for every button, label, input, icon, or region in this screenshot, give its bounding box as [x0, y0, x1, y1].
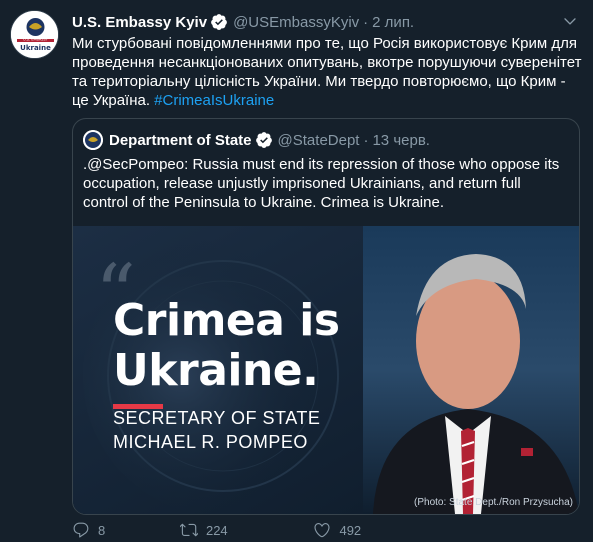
display-name[interactable]: U.S. Embassy Kyiv [72, 14, 207, 31]
quoted-display-name: Department of State [109, 131, 252, 149]
retweet-count: 224 [205, 522, 228, 538]
reply-icon [72, 521, 90, 539]
svg-text:U.S. EMBASSY: U.S. EMBASSY [23, 38, 49, 42]
quoted-timestamp: 13 черв. [372, 131, 430, 149]
handle[interactable]: @USEmbassyKyiv [233, 14, 359, 31]
like-count: 492 [339, 522, 362, 538]
separator: · [363, 13, 369, 31]
quoted-text: .@SecPompeo: Russia must end its repress… [83, 156, 560, 211]
heart-icon [313, 521, 331, 539]
reply-button[interactable]: 8 [72, 521, 180, 539]
quoted-avatar [83, 130, 103, 150]
like-button[interactable]: 492 [313, 521, 392, 539]
quoted-handle: @StateDept [277, 131, 360, 149]
image-headline: Crimea is Ukraine. [113, 296, 340, 396]
quoted-tweet[interactable]: Department of State @StateDept · 13 черв… [72, 118, 580, 515]
verified-badge-icon [255, 131, 273, 149]
tweet-body: Ми стурбовані повідомленнями про те, що … [72, 35, 582, 109]
verified-badge-icon [210, 13, 228, 31]
chevron-down-icon[interactable] [559, 10, 581, 32]
image-headline-line1: Crimea is [113, 295, 340, 346]
tweet-header: U.S. Embassy Kyiv @USEmbassyKyiv · 2 лип… [72, 12, 553, 32]
retweet-button[interactable]: 224 [179, 521, 314, 539]
quoted-header: Department of State @StateDept · 13 черв… [109, 130, 430, 150]
avatar[interactable]: U.S. EMBASSY Ukraine [10, 10, 59, 59]
image-headline-line2: Ukraine. [113, 345, 319, 396]
timestamp[interactable]: 2 лип. [372, 14, 414, 31]
action-bar: 8 224 492 [72, 520, 392, 540]
reply-count: 8 [98, 522, 106, 538]
separator: · [363, 131, 369, 149]
hashtag-link[interactable]: #CrimeaIsUkraine [154, 92, 274, 109]
svg-text:Ukraine: Ukraine [20, 44, 51, 52]
state-seal-icon [83, 130, 103, 150]
retweet-icon [179, 521, 198, 539]
embassy-seal-icon: U.S. EMBASSY Ukraine [11, 11, 58, 58]
image-title: SECRETARY OF STATE [113, 408, 321, 428]
tweet-text: Ми стурбовані повідомленнями про те, що … [72, 34, 582, 110]
image-name: MICHAEL R. POMPEO [113, 432, 308, 452]
image-credit: (Photo: State Dept./Ron Przysucha) [414, 497, 573, 508]
quoted-image[interactable]: “ Crimea is Ukraine. SECRETARY OF STATE … [73, 226, 579, 514]
